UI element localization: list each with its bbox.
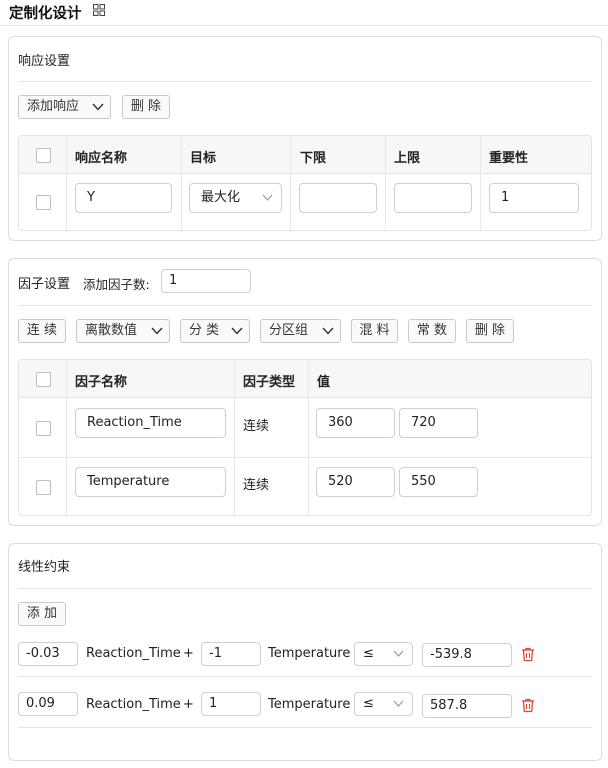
variable-label: Temperature	[268, 697, 351, 712]
row-checkbox[interactable]	[36, 480, 51, 495]
divider	[18, 81, 592, 82]
select-all-checkbox[interactable]	[36, 372, 51, 387]
factor-settings-card: 因子设置 添加因子数: 1 连 续 离散数值 分 类 分区组 混 料 常 数 删…	[8, 258, 602, 526]
add-block-dropdown[interactable]: 分区组	[260, 319, 341, 343]
rhs-input[interactable]: 587.8	[422, 694, 512, 718]
factor-table: 因子名称 因子类型 值 Reaction_Time 连续 360 720 Tem…	[18, 359, 592, 516]
response-name-input[interactable]: Y	[75, 183, 172, 213]
add-continuous-button[interactable]: 连 续	[18, 319, 66, 343]
linear-constraints-card: 线性约束 添 加 -0.03 Reaction_Time + -1 Temper…	[8, 543, 602, 761]
linear-constraints-title: 线性约束	[18, 560, 71, 575]
factor-high-input[interactable]: 720	[399, 408, 478, 438]
delete-response-button[interactable]: 删 除	[122, 95, 170, 119]
trash-icon[interactable]	[521, 698, 535, 713]
plus-sign: +	[183, 646, 194, 661]
chevron-down-icon	[322, 327, 334, 335]
variable-label: Temperature	[268, 646, 351, 661]
trash-icon[interactable]	[521, 647, 535, 662]
column-header: 重要性	[489, 151, 529, 166]
divider	[18, 727, 592, 728]
chevron-down-icon	[151, 327, 163, 335]
page-header: 定制化设计	[0, 0, 608, 26]
add-constraint-button[interactable]: 添 加	[18, 602, 66, 626]
factor-name-input[interactable]: Temperature	[75, 467, 226, 497]
add-mixture-button[interactable]: 混 料	[351, 319, 398, 343]
operator-select[interactable]: ≤	[354, 692, 413, 716]
coefficient-input[interactable]: -1	[201, 642, 261, 666]
column-header: 下限	[300, 151, 327, 166]
add-categorical-dropdown[interactable]: 分 类	[180, 319, 250, 343]
column-header: 响应名称	[75, 151, 128, 166]
column-header: 值	[317, 375, 331, 390]
lower-limit-input[interactable]	[299, 183, 377, 213]
factor-low-input[interactable]: 360	[316, 408, 395, 438]
importance-input[interactable]: 1	[489, 183, 579, 213]
delete-factor-button[interactable]: 删 除	[466, 319, 514, 343]
response-settings-card: 响应设置 添加响应 删 除 响应名称 目标 下限 上限 重要性 Y 最大化 1	[8, 36, 602, 241]
column-header: 上限	[394, 151, 421, 166]
add-factor-count-input[interactable]: 1	[161, 269, 251, 293]
column-header: 目标	[190, 151, 217, 166]
chevron-down-icon	[262, 194, 273, 201]
factor-settings-title: 因子设置	[18, 277, 71, 292]
upper-limit-input[interactable]	[394, 183, 472, 213]
chevron-down-icon	[231, 327, 243, 335]
variable-label: Reaction_Time	[86, 697, 181, 712]
response-table: 响应名称 目标 下限 上限 重要性 Y 最大化 1	[18, 135, 592, 231]
factor-type: 连续	[243, 478, 270, 493]
add-constant-button[interactable]: 常 数	[408, 319, 456, 343]
column-header: 因子名称	[75, 375, 128, 390]
divider	[18, 305, 592, 306]
divider	[18, 676, 592, 677]
add-response-dropdown[interactable]: 添加响应	[18, 95, 111, 119]
row-checkbox[interactable]	[36, 421, 51, 436]
row-checkbox[interactable]	[36, 195, 51, 210]
table-header: 响应名称 目标 下限 上限 重要性	[19, 136, 591, 174]
add-discrete-dropdown[interactable]: 离散数值	[76, 319, 170, 343]
coefficient-input[interactable]: 0.09	[18, 692, 78, 716]
factor-name-input[interactable]: Reaction_Time	[75, 408, 226, 438]
add-factor-count-label: 添加因子数:	[83, 277, 150, 292]
factor-low-input[interactable]: 520	[316, 467, 395, 497]
plus-sign: +	[183, 697, 194, 712]
grid-icon[interactable]	[93, 4, 105, 16]
response-settings-title: 响应设置	[18, 54, 71, 69]
column-header: 因子类型	[243, 375, 296, 390]
rhs-input[interactable]: -539.8	[422, 643, 512, 667]
coefficient-input[interactable]: 1	[201, 692, 261, 716]
table-header: 因子名称 因子类型 值	[19, 360, 591, 398]
chevron-down-icon	[393, 700, 404, 707]
divider	[18, 588, 592, 589]
goal-select[interactable]: 最大化	[189, 183, 282, 213]
select-all-checkbox[interactable]	[36, 148, 51, 163]
operator-select[interactable]: ≤	[354, 642, 413, 666]
page-title: 定制化设计	[9, 6, 82, 22]
chevron-down-icon	[92, 103, 104, 111]
factor-high-input[interactable]: 550	[399, 467, 478, 497]
chevron-down-icon	[393, 650, 404, 657]
coefficient-input[interactable]: -0.03	[18, 642, 78, 666]
factor-type: 连续	[243, 419, 270, 434]
variable-label: Reaction_Time	[86, 646, 181, 661]
